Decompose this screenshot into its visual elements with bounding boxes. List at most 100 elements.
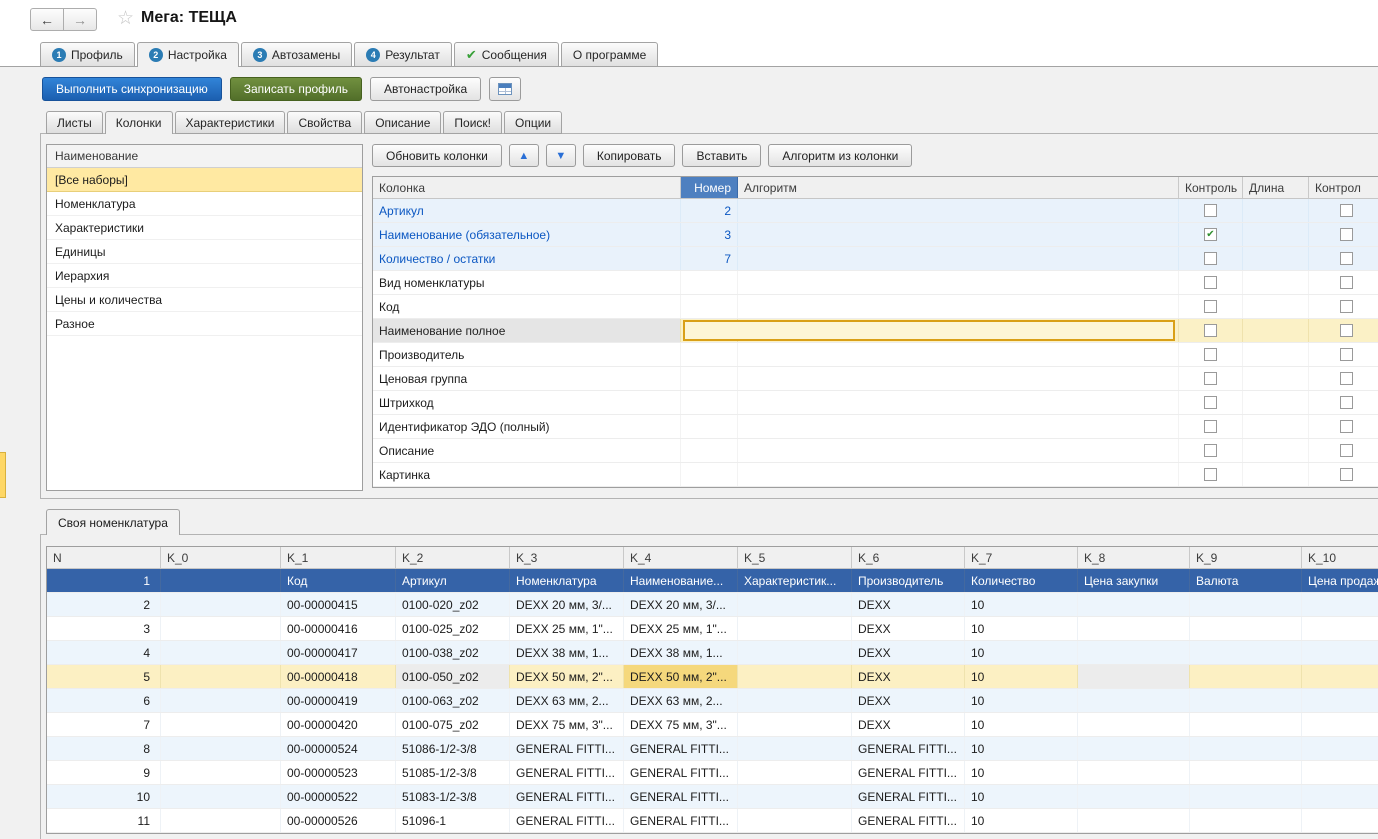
- data-cell[interactable]: [1190, 689, 1302, 712]
- data-cell[interactable]: [738, 593, 852, 616]
- data-cell[interactable]: 0100-050_z02: [396, 665, 510, 688]
- data-cell[interactable]: [1190, 665, 1302, 688]
- data-cell[interactable]: 1: [47, 569, 161, 592]
- sub-tab-1[interactable]: Листы: [46, 111, 103, 134]
- data-cell[interactable]: 8: [47, 737, 161, 760]
- header-column[interactable]: Колонка: [373, 177, 681, 198]
- main-tab-1[interactable]: 1Профиль: [40, 42, 135, 67]
- column-name-cell[interactable]: Количество / остатки: [373, 247, 681, 270]
- data-cell[interactable]: [1190, 617, 1302, 640]
- data-cell[interactable]: [1078, 665, 1190, 688]
- sub-tab-2[interactable]: Колонки: [105, 111, 173, 134]
- data-cell[interactable]: [1078, 713, 1190, 736]
- data-row[interactable]: 300-000004160100-025_z02DEXX 25 мм, 1"..…: [47, 617, 1378, 641]
- data-cell[interactable]: 00-00000524: [281, 737, 396, 760]
- column-name-cell[interactable]: Наименование полное: [373, 319, 681, 342]
- data-cell[interactable]: GENERAL FITTI...: [852, 761, 965, 784]
- data-cell[interactable]: GENERAL FITTI...: [510, 761, 624, 784]
- column-row[interactable]: Производитель: [373, 343, 1378, 367]
- data-row[interactable]: 1КодАртикулНоменклатураНаименование...Ха…: [47, 569, 1378, 593]
- control-checkbox[interactable]: [1340, 204, 1353, 217]
- control-checkbox[interactable]: [1204, 300, 1217, 313]
- data-cell[interactable]: [1190, 785, 1302, 808]
- data-cell[interactable]: [738, 761, 852, 784]
- data-cell[interactable]: GENERAL FITTI...: [624, 761, 738, 784]
- algorithm-edit-input[interactable]: [683, 320, 1175, 341]
- data-cell[interactable]: GENERAL FITTI...: [852, 785, 965, 808]
- data-cell[interactable]: Наименование...: [624, 569, 738, 592]
- data-cell[interactable]: [1190, 761, 1302, 784]
- data-cell[interactable]: DEXX: [852, 689, 965, 712]
- bottom-header-cell[interactable]: K_8: [1078, 547, 1190, 568]
- data-cell[interactable]: 10: [965, 785, 1078, 808]
- refresh-columns-button[interactable]: Обновить колонки: [372, 144, 502, 167]
- data-cell[interactable]: 00-00000526: [281, 809, 396, 832]
- length-cell[interactable]: [1243, 295, 1309, 318]
- data-cell[interactable]: [161, 809, 281, 832]
- data-cell[interactable]: [738, 785, 852, 808]
- data-cell[interactable]: [1190, 641, 1302, 664]
- column-name-cell[interactable]: Картинка: [373, 463, 681, 486]
- column-name-cell[interactable]: Производитель: [373, 343, 681, 366]
- header-number[interactable]: Номер: [681, 177, 738, 198]
- back-button[interactable]: ←: [30, 8, 64, 31]
- data-cell[interactable]: DEXX 38 мм, 1...: [510, 641, 624, 664]
- data-cell[interactable]: 10: [965, 713, 1078, 736]
- data-cell[interactable]: [1078, 689, 1190, 712]
- column-row[interactable]: Наименование полное: [373, 319, 1378, 343]
- autosetup-button[interactable]: Автонастройка: [370, 77, 481, 101]
- data-cell[interactable]: Количество: [965, 569, 1078, 592]
- data-cell[interactable]: [1190, 737, 1302, 760]
- data-cell[interactable]: 00-00000415: [281, 593, 396, 616]
- bottom-header-cell[interactable]: K_5: [738, 547, 852, 568]
- data-cell[interactable]: [161, 713, 281, 736]
- data-cell[interactable]: 51085-1/2-3/8: [396, 761, 510, 784]
- bottom-tab-own-nomenclature[interactable]: Своя номенклатура: [46, 509, 180, 535]
- data-cell[interactable]: 00-00000416: [281, 617, 396, 640]
- data-cell[interactable]: 10: [965, 809, 1078, 832]
- data-cell[interactable]: GENERAL FITTI...: [852, 809, 965, 832]
- move-down-button[interactable]: ▼: [546, 144, 576, 167]
- length-cell[interactable]: [1243, 247, 1309, 270]
- sub-tab-7[interactable]: Опции: [504, 111, 562, 134]
- data-cell[interactable]: DEXX: [852, 593, 965, 616]
- control-checkbox[interactable]: [1204, 372, 1217, 385]
- data-cell[interactable]: DEXX 63 мм, 2...: [510, 689, 624, 712]
- data-cell[interactable]: Характеристик...: [738, 569, 852, 592]
- table-view-button[interactable]: [489, 77, 521, 101]
- data-cell[interactable]: 0100-025_z02: [396, 617, 510, 640]
- length-cell[interactable]: [1243, 319, 1309, 342]
- data-cell[interactable]: 00-00000418: [281, 665, 396, 688]
- data-cell[interactable]: [1302, 785, 1378, 808]
- main-tab-4[interactable]: 4Результат: [354, 42, 452, 67]
- main-tab-2[interactable]: 2Настройка: [137, 42, 239, 67]
- data-cell[interactable]: [1190, 809, 1302, 832]
- length-cell[interactable]: [1243, 271, 1309, 294]
- data-cell[interactable]: [1190, 713, 1302, 736]
- data-cell[interactable]: 00-00000522: [281, 785, 396, 808]
- column-name-cell[interactable]: Описание: [373, 439, 681, 462]
- control-checkbox[interactable]: [1340, 228, 1353, 241]
- forward-button[interactable]: →: [63, 8, 97, 31]
- length-cell[interactable]: [1243, 367, 1309, 390]
- column-row[interactable]: Количество / остатки7: [373, 247, 1378, 271]
- bottom-header-cell[interactable]: K_10: [1302, 547, 1378, 568]
- bottom-header-cell[interactable]: K_1: [281, 547, 396, 568]
- bottom-header-cell[interactable]: K_9: [1190, 547, 1302, 568]
- data-cell[interactable]: 10: [965, 761, 1078, 784]
- length-cell[interactable]: [1243, 391, 1309, 414]
- control-checkbox[interactable]: [1340, 300, 1353, 313]
- data-cell[interactable]: [1078, 641, 1190, 664]
- data-row[interactable]: 900-0000052351085-1/2-3/8GENERAL FITTI..…: [47, 761, 1378, 785]
- data-cell[interactable]: GENERAL FITTI...: [510, 785, 624, 808]
- data-cell[interactable]: DEXX 50 мм, 2"...: [624, 665, 738, 688]
- sub-tab-3[interactable]: Характеристики: [175, 111, 286, 134]
- data-cell[interactable]: DEXX: [852, 665, 965, 688]
- data-cell[interactable]: [738, 641, 852, 664]
- column-row[interactable]: Ценовая группа: [373, 367, 1378, 391]
- data-row[interactable]: 600-000004190100-063_z02DEXX 63 мм, 2...…: [47, 689, 1378, 713]
- column-name-cell[interactable]: Ценовая группа: [373, 367, 681, 390]
- data-cell[interactable]: [1078, 809, 1190, 832]
- data-cell[interactable]: 0100-063_z02: [396, 689, 510, 712]
- data-cell[interactable]: 3: [47, 617, 161, 640]
